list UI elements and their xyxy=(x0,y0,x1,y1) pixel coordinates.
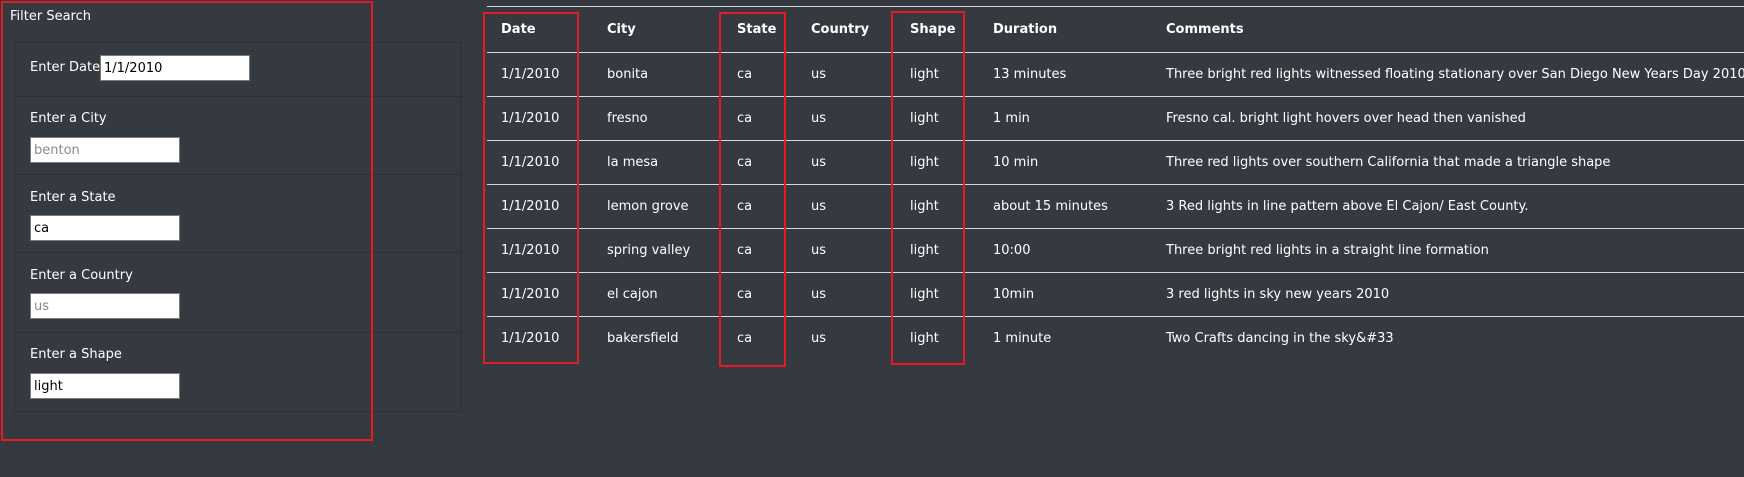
cell-state: ca xyxy=(723,184,797,229)
cell-date: 1/1/2010 xyxy=(487,52,593,97)
cell-state: ca xyxy=(723,272,797,317)
cell-city: fresno xyxy=(593,96,723,141)
cell-date: 1/1/2010 xyxy=(487,96,593,141)
cell-city: la mesa xyxy=(593,140,723,185)
date-filter-group: Enter Date xyxy=(15,43,461,97)
header-country: Country xyxy=(797,8,896,53)
cell-duration: 13 minutes xyxy=(979,52,1152,97)
cell-city: bonita xyxy=(593,52,723,97)
cell-state: ca xyxy=(723,52,797,97)
table-row: 1/1/2010 el cajon ca us light 10min 3 re… xyxy=(487,272,1744,317)
header-city: City xyxy=(593,8,723,53)
table-row: 1/1/2010 lemon grove ca us light about 1… xyxy=(487,184,1744,229)
cell-comments: Fresno cal. bright light hovers over hea… xyxy=(1152,96,1744,141)
cell-date: 1/1/2010 xyxy=(487,228,593,273)
cell-duration: 10 min xyxy=(979,140,1152,185)
cell-comments: Two Crafts dancing in the sky&#33 xyxy=(1166,330,1394,346)
cell-date: 1/1/2010 xyxy=(487,272,593,317)
cell-city: bakersfield xyxy=(607,330,679,346)
cell-shape: light xyxy=(896,140,979,185)
cell-comments: Three bright red lights witnessed floati… xyxy=(1152,52,1744,97)
header-shape: Shape xyxy=(896,8,979,53)
cell-country: us xyxy=(797,96,896,141)
cell-country: us xyxy=(797,228,896,273)
filter-form: Enter Date Enter a City Enter a State En… xyxy=(14,42,462,412)
table-row: 1/1/2010 fresno ca us light 1 min Fresno… xyxy=(487,96,1744,141)
cell-shape: light xyxy=(896,52,979,97)
table-row: 1/1/2010 bonita ca us light 13 minutes T… xyxy=(487,52,1744,97)
cell-date: 1/1/2010 xyxy=(487,140,593,185)
cell-duration: 10min xyxy=(979,272,1152,317)
shape-filter-group: Enter a Shape xyxy=(15,333,461,411)
cell-shape: light xyxy=(896,228,979,273)
table-row: 1/1/2010 spring valley ca us light 10:00… xyxy=(487,228,1744,273)
filter-panel: Filter Search Enter Date Enter a City En… xyxy=(0,0,462,477)
cell-comments: 3 Red lights in line pattern above El Ca… xyxy=(1152,184,1744,229)
cell-country: us xyxy=(797,272,896,317)
shape-input[interactable] xyxy=(30,373,180,399)
country-filter-group: Enter a Country xyxy=(15,253,461,333)
table-top-rule xyxy=(487,6,1744,7)
cell-shape: light xyxy=(896,184,979,229)
cell-comments: Three bright red lights in a straight li… xyxy=(1152,228,1744,273)
header-state: State xyxy=(723,8,797,53)
filter-title: Filter Search xyxy=(10,9,91,24)
cell-shape: light xyxy=(896,96,979,141)
results-table: Date City State Country Shape Duration C… xyxy=(487,8,1744,360)
cell-city: spring valley xyxy=(593,228,723,273)
table-header-row: Date City State Country Shape Duration C… xyxy=(487,8,1744,53)
cell-country: us xyxy=(797,52,896,97)
cell-duration: about 15 minutes xyxy=(979,184,1152,229)
header-duration: Duration xyxy=(979,8,1152,53)
cell-state: ca xyxy=(723,96,797,141)
state-filter-group: Enter a State xyxy=(15,175,461,253)
cell-shape: light xyxy=(910,330,939,346)
cell-comments: 3 red lights in sky new years 2010 xyxy=(1152,272,1744,317)
shape-label: Enter a Shape xyxy=(30,347,122,362)
city-filter-group: Enter a City xyxy=(15,97,461,175)
country-input[interactable] xyxy=(30,293,180,319)
city-label: Enter a City xyxy=(30,111,107,126)
state-input[interactable] xyxy=(30,215,180,241)
cell-city: el cajon xyxy=(593,272,723,317)
cell-shape: light xyxy=(896,272,979,317)
table-row: 1/1/2010 bakersfield ca us light 1 minut… xyxy=(487,316,1744,360)
cell-country: us xyxy=(797,184,896,229)
cell-state: ca xyxy=(737,330,753,346)
cell-duration: 1 minute xyxy=(993,330,1052,346)
header-date: Date xyxy=(487,8,593,53)
cell-duration: 10:00 xyxy=(979,228,1152,273)
cell-city: lemon grove xyxy=(593,184,723,229)
results-table-area: Date City State Country Shape Duration C… xyxy=(487,0,1744,360)
date-label: Enter Date xyxy=(30,60,101,75)
state-label: Enter a State xyxy=(30,190,116,205)
cell-date: 1/1/2010 xyxy=(487,184,593,229)
table-row: 1/1/2010 la mesa ca us light 10 min Thre… xyxy=(487,140,1744,185)
date-input[interactable] xyxy=(100,55,250,81)
cell-state: ca xyxy=(723,140,797,185)
cell-country: us xyxy=(811,330,827,346)
cell-comments: Three red lights over southern Californi… xyxy=(1152,140,1744,185)
cell-date: 1/1/2010 xyxy=(501,330,560,346)
cell-country: us xyxy=(797,140,896,185)
city-input[interactable] xyxy=(30,137,180,163)
header-comments: Comments xyxy=(1152,8,1744,53)
cell-duration: 1 min xyxy=(979,96,1152,141)
country-label: Enter a Country xyxy=(30,268,133,283)
cell-state: ca xyxy=(723,228,797,273)
